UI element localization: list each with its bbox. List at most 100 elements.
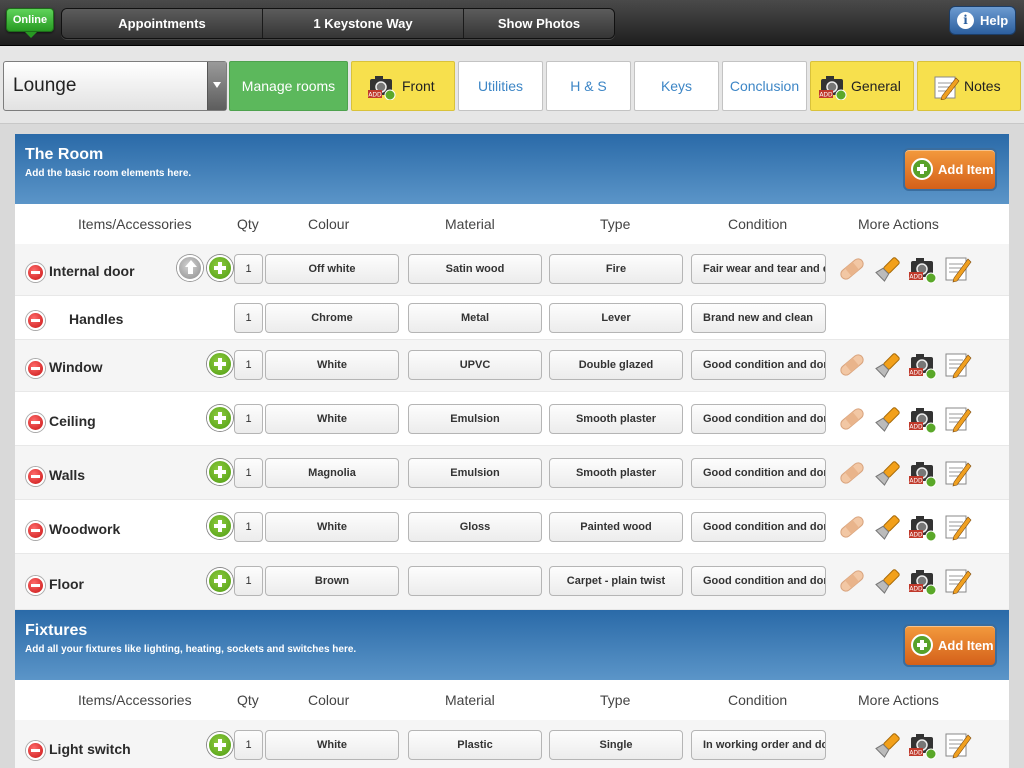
tab-manage-rooms[interactable]: Manage rooms	[229, 61, 348, 111]
torch-icon[interactable]	[873, 566, 903, 596]
condition-field[interactable]: Good condition and dor	[691, 458, 826, 488]
tab-front[interactable]: ADD Front	[351, 61, 455, 111]
remove-item-icon[interactable]	[26, 467, 45, 486]
material-field[interactable]: UPVC	[408, 350, 542, 380]
colour-field[interactable]: Magnolia	[265, 458, 399, 488]
bandage-icon[interactable]	[837, 404, 867, 434]
torch-icon[interactable]	[873, 458, 903, 488]
torch-icon[interactable]	[873, 254, 903, 284]
colour-field[interactable]: White	[265, 730, 399, 760]
remove-item-icon[interactable]	[26, 741, 45, 760]
colour-field[interactable]: White	[265, 512, 399, 542]
notepad-icon[interactable]	[943, 350, 973, 380]
bandage-icon[interactable]	[837, 566, 867, 596]
colour-field[interactable]: Chrome	[265, 303, 399, 333]
qty-field[interactable]: 1	[234, 303, 263, 333]
add-photo-icon[interactable]: ADD	[908, 512, 938, 542]
torch-icon[interactable]	[873, 350, 903, 380]
add-sub-item-icon[interactable]	[207, 568, 233, 594]
type-field[interactable]: Lever	[549, 303, 683, 333]
material-field[interactable]: Plastic	[408, 730, 542, 760]
material-field[interactable]: Satin wood	[408, 254, 542, 284]
address-button[interactable]: 1 Keystone Way	[263, 9, 464, 38]
colour-field[interactable]: Off white	[265, 254, 399, 284]
notepad-icon[interactable]	[943, 512, 973, 542]
type-field[interactable]: Double glazed	[549, 350, 683, 380]
remove-item-icon[interactable]	[26, 359, 45, 378]
type-field[interactable]: Smooth plaster	[549, 404, 683, 434]
colour-field[interactable]: White	[265, 350, 399, 380]
type-field[interactable]: Smooth plaster	[549, 458, 683, 488]
tab-notes[interactable]: Notes	[917, 61, 1021, 111]
add-photo-icon[interactable]: ADD	[908, 566, 938, 596]
bandage-icon[interactable]	[837, 512, 867, 542]
material-field[interactable]: Metal	[408, 303, 542, 333]
bandage-icon[interactable]	[837, 350, 867, 380]
remove-item-icon[interactable]	[26, 311, 45, 330]
add-sub-item-icon[interactable]	[207, 255, 233, 281]
move-up-icon[interactable]	[177, 255, 203, 281]
show-photos-button[interactable]: Show Photos	[464, 9, 614, 38]
qty-field[interactable]: 1	[234, 254, 263, 284]
tab-keys[interactable]: Keys	[634, 61, 719, 111]
notepad-icon[interactable]	[943, 566, 973, 596]
condition-field[interactable]: In working order and do	[691, 730, 826, 760]
qty-field[interactable]: 1	[234, 512, 263, 542]
remove-item-icon[interactable]	[26, 263, 45, 282]
qty-field[interactable]: 1	[234, 458, 263, 488]
add-sub-item-icon[interactable]	[207, 513, 233, 539]
material-field[interactable]	[408, 566, 542, 596]
add-sub-item-icon[interactable]	[207, 405, 233, 431]
qty-field[interactable]: 1	[234, 404, 263, 434]
add-photo-icon[interactable]: ADD	[908, 404, 938, 434]
type-field[interactable]: Single	[549, 730, 683, 760]
remove-item-icon[interactable]	[26, 521, 45, 540]
add-sub-item-icon[interactable]	[207, 351, 233, 377]
condition-field[interactable]: Good condition and dor	[691, 350, 826, 380]
material-field[interactable]: Gloss	[408, 512, 542, 542]
add-item-button[interactable]: Add Item	[903, 148, 997, 191]
condition-field[interactable]: Good condition and dor	[691, 512, 826, 542]
tab-utilities[interactable]: Utilities	[458, 61, 543, 111]
colour-field[interactable]: Brown	[265, 566, 399, 596]
tab-general-label: General	[851, 78, 901, 94]
torch-icon[interactable]	[873, 730, 903, 760]
condition-field[interactable]: Good condition and dor	[691, 404, 826, 434]
appointments-button[interactable]: Appointments	[62, 9, 263, 38]
help-button[interactable]: i Help	[949, 6, 1016, 35]
qty-field[interactable]: 1	[234, 730, 263, 760]
notepad-icon[interactable]	[943, 254, 973, 284]
condition-field[interactable]: Brand new and clean	[691, 303, 826, 333]
tab-general[interactable]: ADD General	[810, 61, 914, 111]
add-item-button[interactable]: Add Item	[903, 624, 997, 667]
condition-field[interactable]: Good condition and dor	[691, 566, 826, 596]
add-photo-icon[interactable]: ADD	[908, 730, 938, 760]
type-field[interactable]: Painted wood	[549, 512, 683, 542]
colour-field[interactable]: White	[265, 404, 399, 434]
bandage-icon[interactable]	[837, 458, 867, 488]
tab-health-safety[interactable]: H & S	[546, 61, 631, 111]
add-sub-item-icon[interactable]	[207, 732, 233, 758]
torch-icon[interactable]	[873, 512, 903, 542]
notepad-icon[interactable]	[943, 404, 973, 434]
add-photo-icon[interactable]: ADD	[908, 254, 938, 284]
tab-conclusion[interactable]: Conclusion	[722, 61, 807, 111]
qty-field[interactable]: 1	[234, 350, 263, 380]
bandage-icon[interactable]	[837, 254, 867, 284]
online-status-badge[interactable]: Online	[6, 8, 54, 38]
add-photo-icon[interactable]: ADD	[908, 458, 938, 488]
material-field[interactable]: Emulsion	[408, 404, 542, 434]
notepad-icon[interactable]	[943, 458, 973, 488]
notepad-icon[interactable]	[943, 730, 973, 760]
room-select[interactable]: Lounge	[3, 61, 227, 111]
material-field[interactable]: Emulsion	[408, 458, 542, 488]
remove-item-icon[interactable]	[26, 413, 45, 432]
remove-item-icon[interactable]	[26, 576, 45, 595]
add-sub-item-icon[interactable]	[207, 459, 233, 485]
torch-icon[interactable]	[873, 404, 903, 434]
qty-field[interactable]: 1	[234, 566, 263, 596]
condition-field[interactable]: Fair wear and tear and e	[691, 254, 826, 284]
type-field[interactable]: Carpet - plain twist	[549, 566, 683, 596]
add-photo-icon[interactable]: ADD	[908, 350, 938, 380]
type-field[interactable]: Fire	[549, 254, 683, 284]
